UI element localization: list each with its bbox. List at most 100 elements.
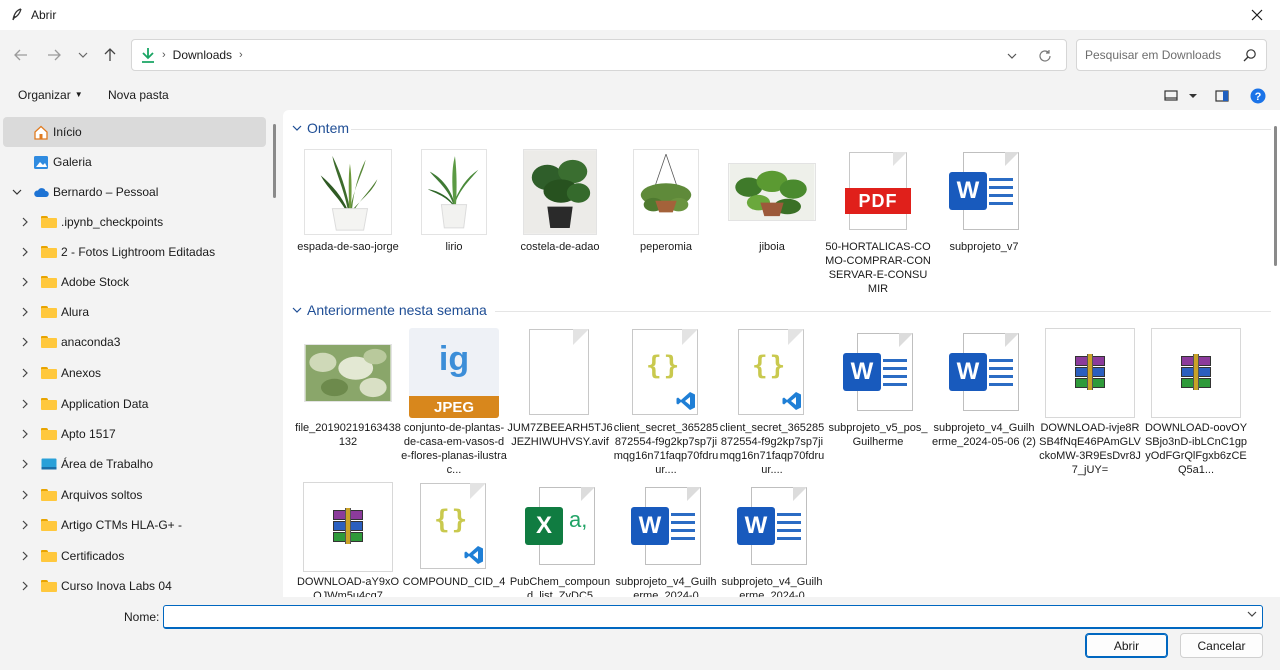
chevron-right-icon[interactable]	[19, 276, 31, 288]
sidebar-item-folder[interactable]: Arquivos soltos	[3, 480, 266, 510]
file-name: lirio	[445, 241, 463, 253]
sidebar-item-label: Galeria	[53, 155, 92, 169]
chevron-right-icon[interactable]	[19, 550, 31, 562]
forward-arrow-icon	[48, 49, 61, 61]
chevron-right-icon[interactable]	[19, 336, 31, 348]
back-button[interactable]	[9, 43, 33, 67]
forward-button[interactable]	[42, 43, 66, 67]
file-name: peperomia	[640, 241, 692, 253]
up-button[interactable]	[98, 43, 122, 67]
search-input[interactable]	[1085, 48, 1235, 62]
file-name: 50-HORTALICAS-COMO-COMPRAR-CONSERVAR-E-C…	[825, 241, 931, 295]
sidebar-item-label: 2 - Fotos Lightroom Editadas	[61, 245, 216, 259]
plant-photo-thumbnail	[507, 146, 613, 238]
file-name-label: Nome:	[124, 610, 160, 624]
folder-icon	[41, 335, 57, 349]
organize-menu-button[interactable]: Organizar ▼	[18, 88, 83, 102]
sidebar-item-folder[interactable]: Certificados	[3, 541, 266, 571]
sidebar-item-folder[interactable]: Application Data	[3, 389, 266, 419]
chevron-right-icon[interactable]	[19, 580, 31, 592]
chevron-down-icon	[1247, 611, 1257, 617]
breadcrumb-separator-icon[interactable]: ›	[239, 49, 243, 61]
chevron-down-icon[interactable]	[11, 186, 23, 198]
chevron-right-icon[interactable]	[19, 428, 31, 440]
folder-icon	[41, 215, 57, 229]
chevron-right-icon[interactable]	[19, 398, 31, 410]
sidebar-item-onedrive[interactable]: Bernardo – Pessoal	[3, 177, 266, 207]
excel-spreadsheet-icon: a, X	[507, 481, 613, 573]
navigation-pane: Início Galeria Bernardo – Pessoal .ipynb…	[0, 110, 282, 597]
sidebar-item-folder[interactable]: Apto 1517	[3, 419, 266, 449]
sidebar-item-gallery[interactable]: Galeria	[3, 147, 266, 177]
file-name: subprojeto_v5_pos_Guilherme	[828, 422, 928, 448]
view-options-button[interactable]	[1164, 87, 1198, 105]
sidebar-item-folder[interactable]: .ipynb_checkpoints	[3, 207, 266, 237]
address-history-dropdown[interactable]	[1004, 48, 1020, 64]
sidebar-item-folder[interactable]: 2 - Fotos Lightroom Editadas	[3, 237, 266, 267]
sidebar-item-folder[interactable]: Artigo CTMs HLA-G+ -	[3, 510, 266, 540]
word-document-icon: W	[931, 327, 1037, 419]
file-name: client_secret_365285872554-f9g2kp7sp7jim…	[719, 422, 825, 476]
folder-icon	[41, 305, 57, 319]
plant-photo-thumbnail	[401, 146, 507, 238]
rar-archive-icon	[1143, 327, 1249, 419]
up-arrow-icon	[104, 48, 116, 61]
plant-photo-thumbnail	[295, 146, 401, 238]
chevron-right-icon[interactable]	[19, 458, 31, 470]
sidebar-item-label: Bernardo – Pessoal	[53, 185, 159, 199]
group-header-earlier-this-week[interactable]: Anteriormente nesta semana	[291, 302, 487, 318]
chevron-right-icon[interactable]	[19, 216, 31, 228]
refresh-button[interactable]	[1036, 47, 1054, 65]
chevron-right-icon[interactable]	[19, 367, 31, 379]
sidebar-item-label: Arquivos soltos	[61, 488, 143, 502]
preview-pane-button[interactable]	[1215, 87, 1229, 105]
sidebar-item-desktop[interactable]: Área de Trabalho	[3, 449, 266, 479]
help-button[interactable]: ?	[1250, 87, 1266, 105]
group-header-yesterday[interactable]: Ontem	[291, 120, 349, 136]
sidebar-item-folder[interactable]: Adobe Stock	[3, 267, 266, 297]
file-name: client_secret_365285872554-f9g2kp7sp7jim…	[613, 422, 719, 476]
caret-down-icon	[1189, 94, 1197, 98]
file-name-input[interactable]	[168, 606, 1238, 626]
new-folder-button[interactable]: Nova pasta	[108, 88, 169, 102]
chevron-right-icon[interactable]	[19, 306, 31, 318]
chevron-right-icon[interactable]	[19, 246, 31, 258]
content-scrollbar[interactable]	[1274, 126, 1277, 266]
help-icon: ?	[1250, 88, 1266, 104]
sidebar-item-home[interactable]: Início	[3, 117, 266, 147]
file-name: PubChem_compound_list_ZvDC5	[509, 576, 611, 597]
file-name: subprojeto_v7	[949, 241, 1019, 253]
file-name: DOWNLOAD-ivje8RSB4fNqE46PAmGLVckoMW-3R9E…	[1039, 422, 1141, 476]
group-title: Anteriormente nesta semana	[307, 302, 487, 318]
folder-icon	[41, 397, 57, 411]
file-name: subprojeto_v4_Guilherme_2024-0	[615, 576, 717, 597]
recent-locations-button[interactable]	[71, 43, 95, 67]
cancel-button[interactable]: Cancelar	[1180, 633, 1263, 658]
plant-photo-thumbnail	[613, 146, 719, 238]
sidebar-item-folder[interactable]: Alura	[3, 297, 266, 327]
blank-file-icon	[507, 327, 613, 419]
sidebar-scrollbar[interactable]	[273, 124, 276, 198]
file-name: conjunto-de-plantas-de-casa-em-vasos-de-…	[401, 422, 507, 476]
sidebar-item-label: Artigo CTMs HLA-G+ -	[61, 518, 183, 532]
breadcrumb-downloads[interactable]: Downloads	[173, 48, 232, 62]
chevron-right-icon[interactable]	[19, 489, 31, 501]
breadcrumb-separator-icon: ›	[162, 49, 166, 61]
sidebar-item-folder[interactable]: anaconda3	[3, 327, 266, 357]
open-button[interactable]: Abrir	[1085, 633, 1168, 658]
close-button[interactable]	[1234, 0, 1280, 30]
address-bar[interactable]: › Downloads ›	[131, 39, 1067, 71]
sidebar-item-folder[interactable]: Curso Inova Labs 04	[3, 571, 266, 597]
sidebar-item-label: Apto 1517	[61, 427, 116, 441]
navigation-bar: › Downloads ›	[0, 30, 1280, 80]
chevron-right-icon[interactable]	[19, 519, 31, 531]
search-box[interactable]	[1076, 39, 1267, 71]
sidebar-item-folder[interactable]: Anexos	[3, 358, 266, 388]
folder-icon	[41, 549, 57, 563]
chevron-down-icon	[78, 52, 88, 58]
chevron-down-icon	[291, 304, 303, 316]
file-name-combobox[interactable]	[163, 605, 1263, 629]
sidebar-item-label: Adobe Stock	[61, 275, 130, 289]
chevron-down-icon	[1007, 53, 1017, 59]
file-name: espada-de-sao-jorge	[297, 241, 399, 253]
